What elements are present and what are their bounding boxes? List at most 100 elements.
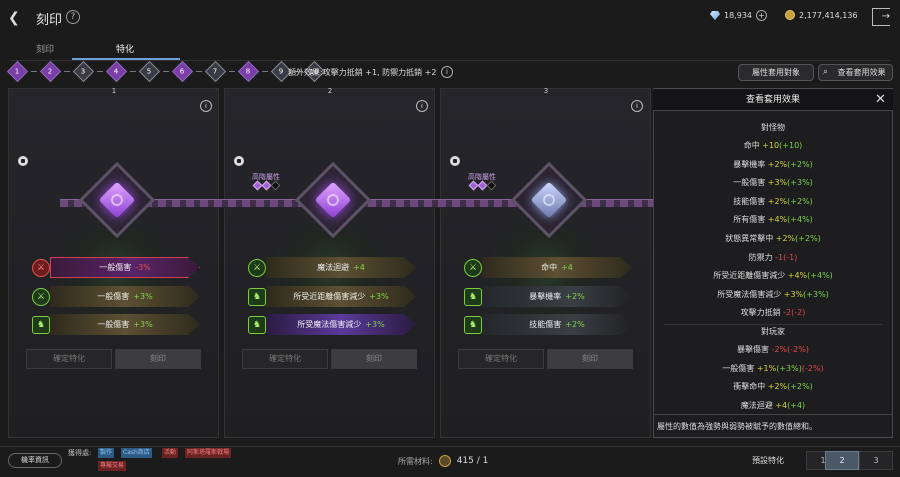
engrave-button[interactable]: 刻印 bbox=[547, 349, 633, 369]
effect-value: +4 bbox=[561, 263, 573, 272]
effect-value: +2% bbox=[565, 320, 585, 329]
lock-icon[interactable] bbox=[450, 156, 460, 166]
column-number: 3 bbox=[543, 87, 549, 95]
effect-row[interactable]: 魔法迴避 +4 bbox=[266, 257, 416, 278]
node-connector bbox=[97, 71, 103, 72]
effect-row[interactable]: 所受近距離傷害減少 +3% bbox=[266, 286, 416, 307]
effect-value: +3% bbox=[365, 320, 385, 329]
node-connector bbox=[31, 71, 37, 72]
panel-effect-line: 魔法迴避 +4(+4) bbox=[740, 400, 806, 410]
preset-button-2[interactable]: 2 bbox=[825, 451, 859, 470]
effect-row[interactable]: 一般傷害 +3% bbox=[50, 314, 200, 335]
confirm-specialization-button[interactable]: 確定特化 bbox=[458, 349, 544, 369]
progress-node-number: 9 bbox=[279, 67, 284, 76]
gold-coin-icon bbox=[785, 10, 795, 20]
probability-info-button[interactable]: 機率資訊 bbox=[8, 453, 62, 468]
panel-divider bbox=[664, 324, 882, 325]
diamond-icon bbox=[710, 11, 720, 20]
confirm-specialization-button[interactable]: 確定特化 bbox=[26, 349, 112, 369]
column-info-button[interactable]: i bbox=[631, 100, 643, 112]
view-applied-effects-label: 查看套用效果 bbox=[837, 68, 886, 77]
progress-node-7[interactable]: 7 bbox=[204, 60, 227, 83]
progress-node-number: 4 bbox=[114, 67, 119, 76]
lock-icon[interactable] bbox=[18, 156, 28, 166]
progress-node-number: 3 bbox=[81, 67, 86, 76]
source-tag[interactable]: Cash商店 bbox=[121, 448, 152, 458]
view-applied-effects-button[interactable]: ⌕ 查看套用效果 bbox=[818, 64, 893, 81]
exit-button[interactable]: → bbox=[872, 8, 890, 26]
effect-green-icon: ♞ bbox=[32, 316, 50, 334]
material-icon bbox=[438, 455, 451, 467]
tab-specialize[interactable]: 特化 bbox=[80, 42, 170, 55]
confirm-specialization-button[interactable]: 確定特化 bbox=[242, 349, 328, 369]
effect-green-icon: ♞ bbox=[248, 316, 266, 334]
source-label: 獲得處: bbox=[68, 449, 92, 457]
help-button[interactable]: ? bbox=[66, 10, 80, 24]
source-tag[interactable]: 活動 bbox=[162, 448, 179, 458]
source-tag[interactable]: 專屬交易 bbox=[98, 461, 127, 471]
panel-effect-line: 暴擊機率 +2%(+2%) bbox=[733, 159, 813, 169]
panel-section-title: 對怪物 bbox=[761, 123, 785, 132]
effect-name: 魔法迴避 bbox=[317, 263, 350, 272]
effect-green-icon: ♞ bbox=[464, 288, 482, 306]
tab-engrave[interactable]: 刻印 bbox=[0, 42, 90, 55]
progress-node-number: 8 bbox=[246, 67, 251, 76]
required-material-count: 415 / 1 bbox=[456, 456, 489, 466]
engraving-emblem-silver[interactable] bbox=[510, 161, 588, 239]
diamond-currency: 18,934 + bbox=[710, 10, 767, 21]
panel-effect-line: 防禦力 -1(-1) bbox=[748, 252, 798, 262]
node-connector bbox=[262, 71, 268, 72]
progress-node-3[interactable]: 3 bbox=[72, 60, 95, 83]
progress-node-2[interactable]: 2 bbox=[39, 60, 62, 83]
exit-icon: → bbox=[881, 11, 890, 22]
node-connector bbox=[64, 71, 70, 72]
node-connector bbox=[130, 71, 136, 72]
effect-row[interactable]: 一般傷害 -3% bbox=[50, 257, 200, 278]
source-tag[interactable]: 製作 bbox=[98, 448, 115, 458]
search-icon: ⌕ bbox=[823, 67, 829, 77]
effect-value: +4 bbox=[353, 263, 365, 272]
tier-gems bbox=[252, 180, 281, 191]
column-info-button[interactable]: i bbox=[200, 100, 212, 112]
bonus-info-button[interactable]: i bbox=[441, 66, 453, 78]
effect-row[interactable]: 技能傷害 +2% bbox=[482, 314, 632, 335]
panel-effect-line: 狀態異常擊中 +2%(+2%) bbox=[725, 234, 821, 243]
engraving-emblem-purple[interactable] bbox=[78, 161, 156, 239]
apply-attribute-target-button[interactable]: 屬性套用對象 bbox=[738, 64, 814, 81]
panel-effect-line: 衝擊命中 +2%(+2%) bbox=[733, 382, 813, 392]
progress-node-1[interactable]: 1 bbox=[6, 60, 29, 83]
progress-node-8[interactable]: 8 bbox=[237, 60, 260, 83]
info-icon: i bbox=[636, 102, 638, 110]
page-title: 刻印 bbox=[36, 13, 63, 28]
panel-effect-line: 一般傷害 +3%(+3%) bbox=[733, 178, 813, 188]
source-tag[interactable]: 阿斯塔羅斯戰場 bbox=[185, 448, 232, 458]
tab-divider bbox=[10, 60, 890, 61]
column-info-button[interactable]: i bbox=[416, 100, 428, 112]
effect-row[interactable]: 暴擊機率 +2% bbox=[482, 286, 632, 307]
add-diamond-button[interactable]: + bbox=[756, 10, 767, 21]
engrave-button[interactable]: 刻印 bbox=[331, 349, 417, 369]
effect-row[interactable]: 命中 +4 bbox=[482, 257, 632, 278]
close-button[interactable]: ✕ bbox=[875, 92, 886, 107]
engraving-screen: { "header":{"back_icon":"chevron-left-ic… bbox=[0, 0, 900, 477]
preset-button-3[interactable]: 3 bbox=[859, 451, 893, 470]
specialization-progress: 1 2 3 4 5 6 7 8 9 10 bbox=[6, 60, 326, 83]
engrave-button[interactable]: 刻印 bbox=[115, 349, 201, 369]
progress-node-5[interactable]: 5 bbox=[138, 60, 161, 83]
progress-node-6[interactable]: 6 bbox=[171, 60, 194, 83]
effect-row[interactable]: 一般傷害 +3% bbox=[50, 286, 200, 307]
panel-footnote: 屬性的數值為強勢與弱勢被賦予的數值總和。 bbox=[653, 414, 893, 438]
panel-effect-line: 技能傷害 +2%(+2%) bbox=[733, 196, 813, 206]
effect-name: 一般傷害 bbox=[97, 320, 130, 329]
progress-node-4[interactable]: 4 bbox=[105, 60, 128, 83]
panel-effect-line: 所受魔法傷害減少 +3%(+3%) bbox=[717, 289, 829, 299]
progress-node-number: 6 bbox=[180, 67, 185, 76]
engraving-emblem-purple[interactable] bbox=[294, 161, 372, 239]
panel-title: 查看套用效果 bbox=[653, 89, 893, 111]
back-button[interactable]: ❮ bbox=[8, 8, 28, 28]
column-number: 1 bbox=[111, 87, 117, 95]
lock-icon[interactable] bbox=[234, 156, 244, 166]
effect-row[interactable]: 所受魔法傷害減少 +3% bbox=[266, 314, 416, 335]
required-material-label: 所需材料: bbox=[398, 456, 433, 466]
question-icon: ? bbox=[70, 12, 76, 22]
